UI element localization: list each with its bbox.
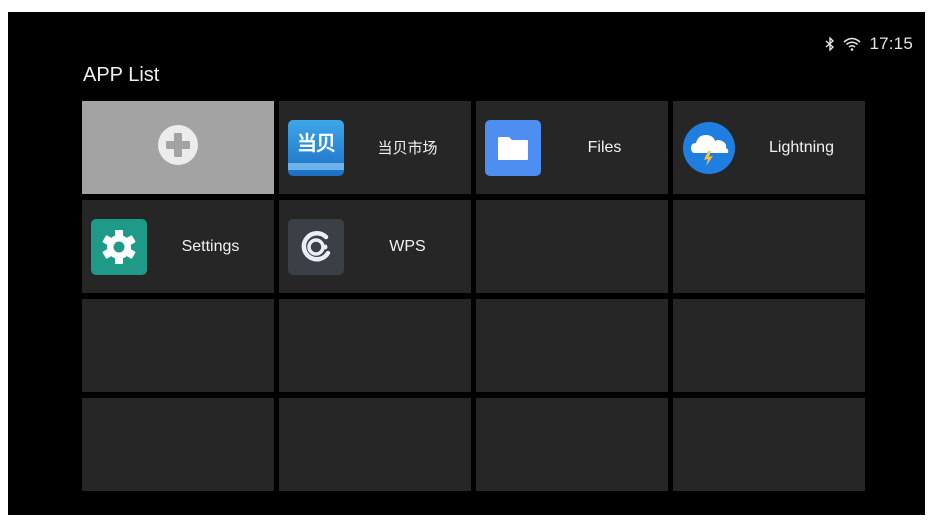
empty-tile[interactable] <box>279 299 471 392</box>
status-bar: 17:15 <box>825 34 913 54</box>
wps-icon <box>288 219 344 275</box>
app-tile-settings[interactable]: Settings <box>82 200 274 293</box>
app-label: Settings <box>181 237 240 255</box>
bluetooth-icon <box>825 37 835 51</box>
lightning-cloud-icon <box>682 120 738 176</box>
empty-tile[interactable] <box>673 200 865 293</box>
wifi-icon <box>843 37 861 51</box>
empty-tile[interactable] <box>673 398 865 491</box>
empty-tile[interactable] <box>279 398 471 491</box>
app-label: Files <box>587 138 622 156</box>
empty-tile[interactable] <box>476 398 668 491</box>
app-tile-files[interactable]: Files <box>476 101 668 194</box>
dangbei-market-icon: 当贝 <box>288 120 344 176</box>
empty-tile[interactable] <box>476 200 668 293</box>
empty-tile[interactable] <box>82 299 274 392</box>
dangbei-icon-stripe <box>288 163 344 170</box>
empty-tile[interactable] <box>476 299 668 392</box>
app-label: Lightning <box>769 138 834 156</box>
dangbei-icon-text: 当贝 <box>297 131 336 155</box>
app-tile-dangbei-market[interactable]: 当贝 当贝市场 <box>279 101 471 194</box>
clock: 17:15 <box>869 34 913 53</box>
empty-tile[interactable] <box>82 398 274 491</box>
app-label: 当贝市场 <box>377 139 438 157</box>
app-grid: 当贝 当贝市场 Files Lightning Settings WPS <box>82 101 865 491</box>
app-tile-wps[interactable]: WPS <box>279 200 471 293</box>
tv-screen: 17:15 APP List 当贝 当贝市场 Files Lightning S… <box>8 12 925 515</box>
add-icon <box>157 124 199 171</box>
settings-gear-icon <box>91 219 147 275</box>
app-tile-lightning[interactable]: Lightning <box>673 101 865 194</box>
page-title: APP List <box>83 64 160 86</box>
add-app-tile[interactable] <box>82 101 274 194</box>
files-folder-icon <box>485 120 541 176</box>
empty-tile[interactable] <box>673 299 865 392</box>
app-label: WPS <box>389 237 426 255</box>
